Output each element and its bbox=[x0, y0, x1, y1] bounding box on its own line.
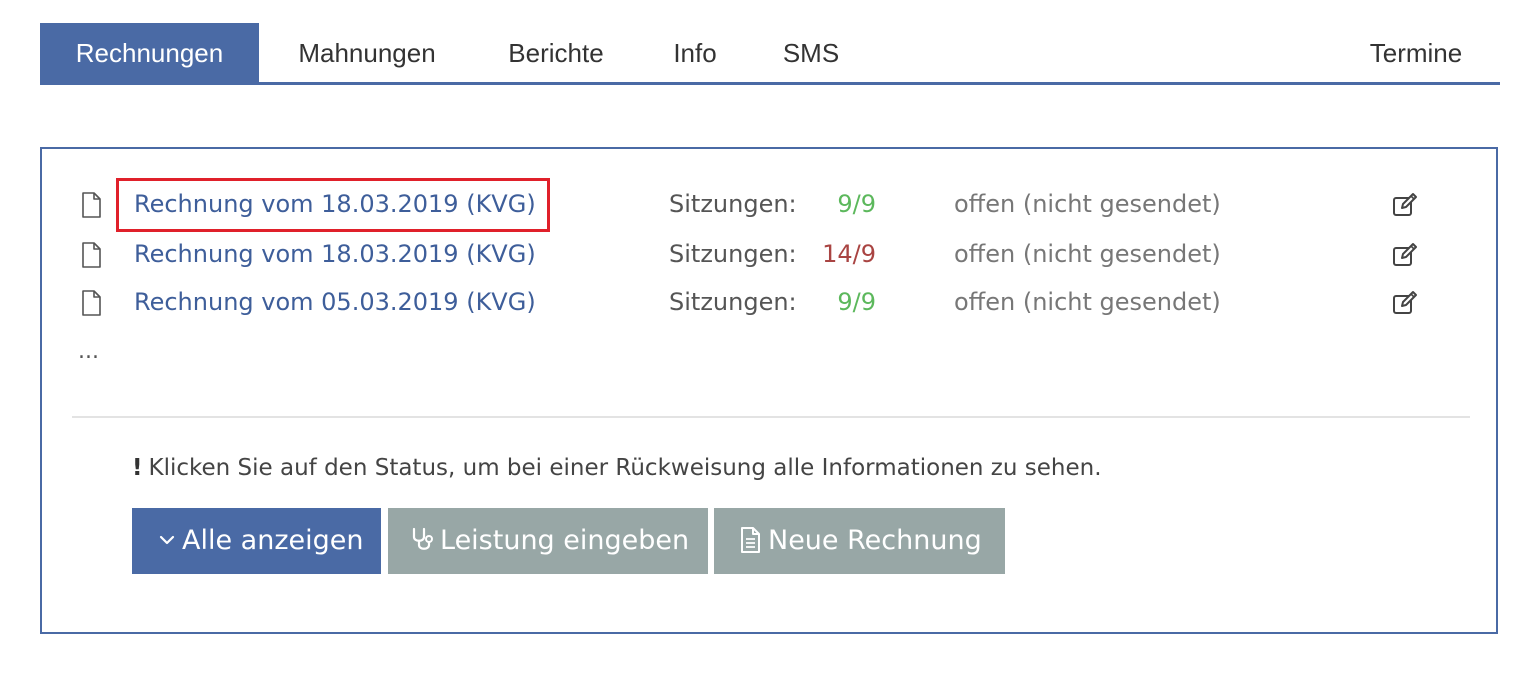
invoice-row: Rechnung vom 18.03.2019 (KVG) Sitzungen:… bbox=[42, 235, 1496, 275]
info-message: ! Klicken Sie auf den Status, um bei eine… bbox=[132, 455, 1102, 481]
invoice-link[interactable]: Rechnung vom 18.03.2019 (KVG) bbox=[134, 240, 536, 268]
invoice-link[interactable]: Rechnung vom 18.03.2019 (KVG) bbox=[134, 190, 536, 218]
new-invoice-label: Neue Rechnung bbox=[768, 525, 982, 556]
sessions-value: 9/9 bbox=[837, 190, 876, 218]
edit-icon[interactable] bbox=[1391, 289, 1419, 317]
tab-sms[interactable]: SMS bbox=[770, 23, 852, 82]
show-all-label: Alle anzeigen bbox=[182, 525, 364, 556]
edit-icon[interactable] bbox=[1391, 241, 1419, 269]
more-indicator: ... bbox=[78, 339, 99, 364]
divider bbox=[72, 416, 1470, 418]
invoice-row: Rechnung vom 18.03.2019 (KVG) Sitzungen:… bbox=[42, 185, 1496, 225]
tab-bar: Rechnungen Mahnungen Berichte Info SMS T… bbox=[40, 23, 1500, 85]
invoice-status[interactable]: offen (nicht gesendet) bbox=[954, 288, 1221, 316]
enter-service-button[interactable]: Leistung eingeben bbox=[388, 508, 708, 574]
sessions-value: 14/9 bbox=[822, 240, 876, 268]
new-invoice-button[interactable]: Neue Rechnung bbox=[714, 508, 1005, 574]
sessions-value: 9/9 bbox=[837, 288, 876, 316]
document-icon bbox=[82, 242, 101, 268]
tab-mahnungen[interactable]: Mahnungen bbox=[282, 23, 452, 82]
chevron-down-icon bbox=[159, 535, 175, 544]
stethoscope-icon bbox=[412, 527, 433, 550]
document-text-icon bbox=[741, 526, 760, 553]
tab-berichte[interactable]: Berichte bbox=[492, 23, 620, 82]
exclamation-icon: ! bbox=[132, 455, 143, 481]
info-text: Klicken Sie auf den Status, um bei einer… bbox=[148, 455, 1102, 481]
tab-termine[interactable]: Termine bbox=[1353, 23, 1479, 82]
edit-icon[interactable] bbox=[1391, 191, 1419, 219]
invoice-status[interactable]: offen (nicht gesendet) bbox=[954, 190, 1221, 218]
show-all-button[interactable]: Alle anzeigen bbox=[132, 508, 381, 574]
tab-info[interactable]: Info bbox=[660, 23, 730, 82]
tab-rechnungen[interactable]: Rechnungen bbox=[40, 23, 259, 82]
document-icon bbox=[82, 192, 101, 218]
enter-service-label: Leistung eingeben bbox=[440, 525, 690, 556]
invoice-status[interactable]: offen (nicht gesendet) bbox=[954, 240, 1221, 268]
invoice-link[interactable]: Rechnung vom 05.03.2019 (KVG) bbox=[134, 288, 536, 316]
sessions-label: Sitzungen: bbox=[669, 288, 797, 316]
document-icon bbox=[82, 290, 101, 316]
sessions-label: Sitzungen: bbox=[669, 240, 797, 268]
sessions-label: Sitzungen: bbox=[669, 190, 797, 218]
invoice-row: Rechnung vom 05.03.2019 (KVG) Sitzungen:… bbox=[42, 283, 1496, 323]
invoice-panel: Rechnung vom 18.03.2019 (KVG) Sitzungen:… bbox=[40, 147, 1498, 634]
